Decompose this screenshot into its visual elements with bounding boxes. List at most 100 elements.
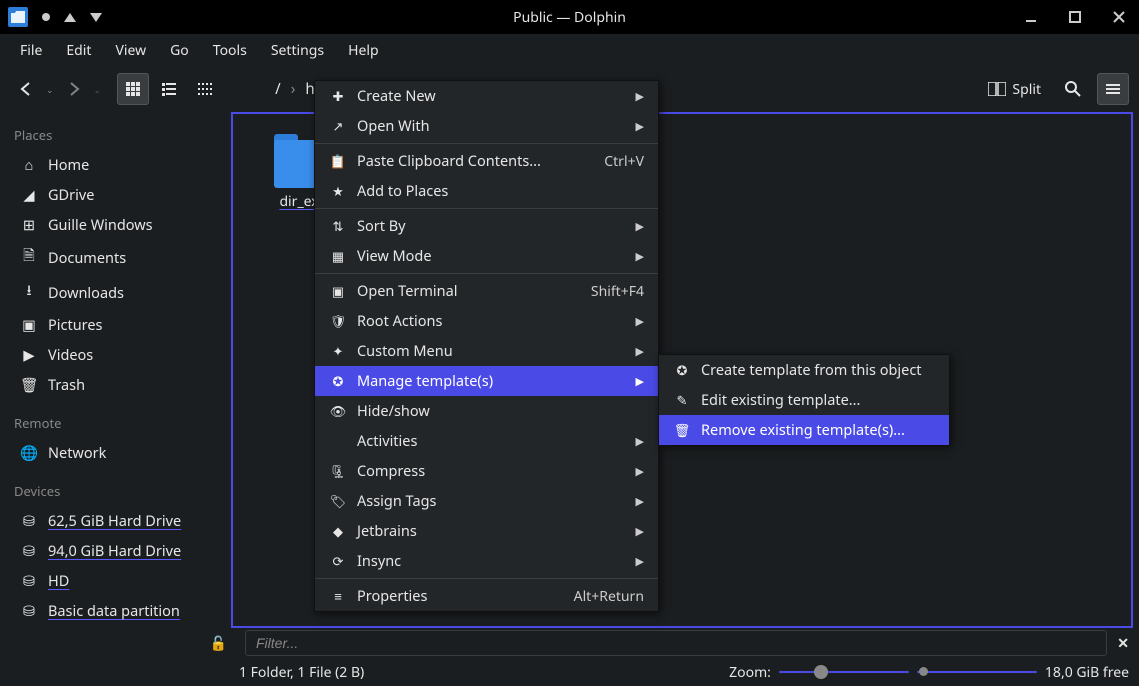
sidebar-section-places: Places <box>6 120 219 150</box>
submenu-label: Edit existing template... <box>701 390 935 410</box>
eye-icon: 👁 <box>329 402 347 420</box>
menu-go[interactable]: Go <box>160 35 199 66</box>
shortcut-label: Shift+F4 <box>591 282 644 301</box>
context-menu-item-hide-show[interactable]: 👁Hide/show <box>315 396 658 426</box>
submenu-item-edit-existing-template[interactable]: ✎Edit existing template... <box>659 385 949 415</box>
context-menu-label: Open With <box>357 116 626 136</box>
menu-help[interactable]: Help <box>338 35 389 66</box>
custom-icon: ✦ <box>329 342 347 360</box>
back-button[interactable] <box>10 73 42 105</box>
sidebar-item-drive-62[interactable]: ⛁62,5 GiB Hard Drive <box>6 506 219 536</box>
sidebar-item-documents[interactable]: 🗎Documents <box>6 240 219 275</box>
context-menu-item-create-new[interactable]: ✚ Create New ▶ <box>315 81 658 111</box>
sidebar-item-home[interactable]: ⌂Home <box>6 150 219 180</box>
sidebar-item-pictures[interactable]: ▣Pictures <box>6 310 219 340</box>
context-menu-separator <box>315 273 658 274</box>
context-menu-item-sort-by[interactable]: ⇅Sort By▶ <box>315 211 658 241</box>
context-menu-item-assign-tags[interactable]: 🏷Assign Tags▶ <box>315 486 658 516</box>
menu-settings[interactable]: Settings <box>261 35 334 66</box>
new-icon: ✚ <box>329 87 347 105</box>
sidebar-section-devices: Devices <box>6 476 219 506</box>
sidebar-item-drive-94[interactable]: ⛁94,0 GiB Hard Drive <box>6 536 219 566</box>
video-icon: ▶ <box>20 345 38 365</box>
download-icon: ⭳ <box>20 280 38 305</box>
context-menu-item-jetbrains[interactable]: ◆Jetbrains▶ <box>315 516 658 546</box>
context-menu-label: Activities <box>357 431 626 451</box>
sidebar-item-trash[interactable]: 🗑Trash <box>6 370 219 400</box>
chevron-right-icon: ▶ <box>636 494 644 509</box>
context-menu-label: Create New <box>357 86 626 106</box>
maximize-button[interactable] <box>1063 5 1087 29</box>
context-menu-item-paste-clipboard-contents[interactable]: 📋Paste Clipboard Contents...Ctrl+V <box>315 146 658 176</box>
split-button[interactable]: Split <box>980 76 1049 103</box>
disk-icon: ⛁ <box>20 601 38 621</box>
menu-file[interactable]: File <box>10 35 52 66</box>
context-menu-label: Manage template(s) <box>357 371 626 391</box>
keep-below-icon[interactable] <box>90 13 102 22</box>
context-menu-label: Add to Places <box>357 181 644 201</box>
chevron-right-icon: ▶ <box>636 374 644 389</box>
split-label: Split <box>1012 80 1041 99</box>
context-menu-separator <box>315 143 658 144</box>
context-menu-item-insync[interactable]: ⟳Insync▶ <box>315 546 658 576</box>
submenu-item-remove-existing-template-s[interactable]: 🗑Remove existing template(s)... <box>659 415 949 445</box>
sidebar-item-network[interactable]: 🌐Network <box>6 438 219 468</box>
terminal-icon: ▣ <box>329 282 347 300</box>
context-menu-item-manage-template-s[interactable]: ✪ Manage template(s) ▶ <box>315 366 658 396</box>
window-controls <box>1019 5 1131 29</box>
chevron-right-icon: ▶ <box>636 464 644 479</box>
template-icon: ✪ <box>673 361 691 379</box>
back-dropdown-icon[interactable]: ⌄ <box>46 83 54 96</box>
menu-view[interactable]: View <box>105 35 156 66</box>
details-view-button[interactable] <box>189 73 221 105</box>
shade-icon[interactable] <box>42 13 50 21</box>
template-icon: ✪ <box>329 372 347 390</box>
submenu-item-create-template-from-this-object[interactable]: ✪Create template from this object <box>659 355 949 385</box>
breadcrumb-root[interactable]: / <box>275 79 281 99</box>
context-menu-item-open-with[interactable]: ↗Open With▶ <box>315 111 658 141</box>
jetbrains-icon: ◆ <box>329 522 347 540</box>
sort-icon: ⇅ <box>329 217 347 235</box>
menu-tools[interactable]: Tools <box>203 35 257 66</box>
disk-icon: ⛁ <box>20 571 38 591</box>
menu-edit[interactable]: Edit <box>56 35 101 66</box>
context-menu-item-add-to-places[interactable]: ★Add to Places <box>315 176 658 206</box>
context-menu-item-properties[interactable]: ≡PropertiesAlt+Return <box>315 581 658 611</box>
sidebar-item-guille-windows[interactable]: ⊞Guille Windows <box>6 210 219 240</box>
context-menu-item-open-terminal[interactable]: ▣Open TerminalShift+F4 <box>315 276 658 306</box>
sidebar-item-basic-partition[interactable]: ⛁Basic data partition <box>6 596 219 626</box>
clear-filter-button[interactable]: ✕ <box>1117 634 1129 653</box>
forward-button[interactable] <box>58 73 90 105</box>
filter-input[interactable] <box>245 630 1107 656</box>
context-menu-label: Insync <box>357 551 626 571</box>
keep-above-icon[interactable] <box>64 13 76 22</box>
icon-view-button[interactable] <box>117 73 149 105</box>
context-menu-item-view-mode[interactable]: ▦View Mode▶ <box>315 241 658 271</box>
status-text: 1 Folder, 1 File (2 B) <box>239 663 364 682</box>
chevron-right-icon: ▶ <box>636 89 644 104</box>
context-menu-item-activities[interactable]: Activities▶ <box>315 426 658 456</box>
sidebar-item-xiaomi[interactable]: 📱Xiaomi <box>6 626 219 628</box>
context-menu-label: Assign Tags <box>357 491 626 511</box>
lock-icon[interactable]: 🔓 <box>10 634 235 653</box>
paste-icon: 📋 <box>329 152 347 170</box>
sidebar-item-hd[interactable]: ⛁HD <box>6 566 219 596</box>
hamburger-button[interactable] <box>1097 73 1129 105</box>
context-menu-item-root-actions[interactable]: 🛡Root Actions▶ <box>315 306 658 336</box>
zoom-slider[interactable] <box>779 669 909 675</box>
minimize-button[interactable] <box>1019 5 1043 29</box>
sidebar-item-gdrive[interactable]: ◢GDrive <box>6 180 219 210</box>
close-button[interactable] <box>1107 5 1131 29</box>
context-menu-item-custom-menu[interactable]: ✦Custom Menu▶ <box>315 336 658 366</box>
context-menu-item-compress[interactable]: 🗜Compress▶ <box>315 456 658 486</box>
doc-icon: 🗎 <box>20 245 38 270</box>
sidebar-item-downloads[interactable]: ⭳Downloads <box>6 275 219 310</box>
free-space-slider <box>917 669 1037 675</box>
forward-dropdown-icon[interactable]: ⌄ <box>94 83 102 96</box>
search-button[interactable] <box>1057 73 1089 105</box>
sidebar-item-videos[interactable]: ▶Videos <box>6 340 219 370</box>
submenu-label: Remove existing template(s)... <box>701 420 935 440</box>
compact-view-button[interactable] <box>153 73 185 105</box>
chevron-right-icon: ▶ <box>636 219 644 234</box>
filter-bar: 🔓 ✕ <box>0 628 1139 658</box>
